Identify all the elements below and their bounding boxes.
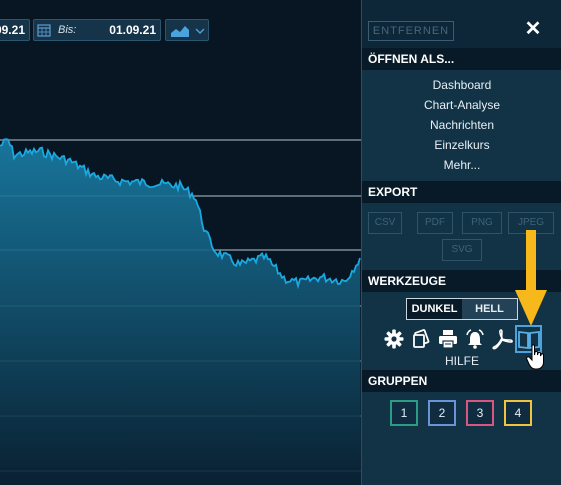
export-csv-button[interactable]: CSV [368, 212, 402, 234]
groups-section: 1 2 3 4 [362, 392, 561, 485]
open-link-chart-analysis[interactable]: Chart-Analyse [362, 96, 561, 114]
date-to-label: Bis: [58, 24, 77, 36]
area-chart-icon [171, 26, 205, 37]
group-button-2[interactable]: 2 [428, 400, 456, 426]
price-chart[interactable] [0, 51, 361, 485]
print-icon[interactable] [437, 328, 459, 350]
chart-area: 0.09.21 Bis: 01.09.21 [0, 0, 361, 485]
gear-icon[interactable] [383, 328, 405, 350]
theme-toggle[interactable]: DUNKEL HELL [406, 298, 518, 320]
theme-light-option[interactable]: HELL [462, 299, 517, 319]
price-area [0, 139, 361, 485]
open-link-more[interactable]: Mehr... [362, 156, 561, 174]
theme-dark-option[interactable]: DUNKEL [407, 299, 462, 319]
export-pdf-button[interactable]: PDF [417, 212, 453, 234]
pdf-icon[interactable] [491, 328, 513, 350]
groups-header: GRUPPEN [362, 370, 561, 392]
export-header: EXPORT [362, 181, 561, 203]
export-svg-button[interactable]: SVG [442, 239, 482, 261]
open-link-single-quote[interactable]: Einzelkurs [362, 136, 561, 154]
group-button-4[interactable]: 4 [504, 400, 532, 426]
remove-button[interactable]: ENTFERNEN [368, 21, 454, 41]
group-button-3[interactable]: 3 [466, 400, 494, 426]
copy-icon[interactable] [410, 328, 432, 350]
close-icon[interactable]: ✕ [524, 19, 542, 39]
chart-type-dropdown[interactable] [165, 19, 209, 41]
date-to-value: 01.09.21 [109, 23, 156, 37]
open-as-header: ÖFFNEN ALS... [362, 48, 561, 70]
date-from-field[interactable]: 0.09.21 [0, 19, 30, 41]
export-png-button[interactable]: PNG [462, 212, 502, 234]
group-button-1[interactable]: 1 [390, 400, 418, 426]
open-link-news[interactable]: Nachrichten [362, 116, 561, 134]
open-link-dashboard[interactable]: Dashboard [362, 76, 561, 94]
calendar-icon[interactable] [37, 23, 51, 37]
alarm-icon[interactable] [464, 328, 486, 350]
open-as-list: Dashboard Chart-Analyse Nachrichten Einz… [362, 70, 561, 181]
hand-cursor-icon [526, 344, 544, 370]
date-range-bar: 0.09.21 Bis: 01.09.21 [0, 11, 361, 51]
date-to-field[interactable]: Bis: 01.09.21 [33, 19, 161, 41]
pointer-arrow-icon [515, 230, 547, 326]
